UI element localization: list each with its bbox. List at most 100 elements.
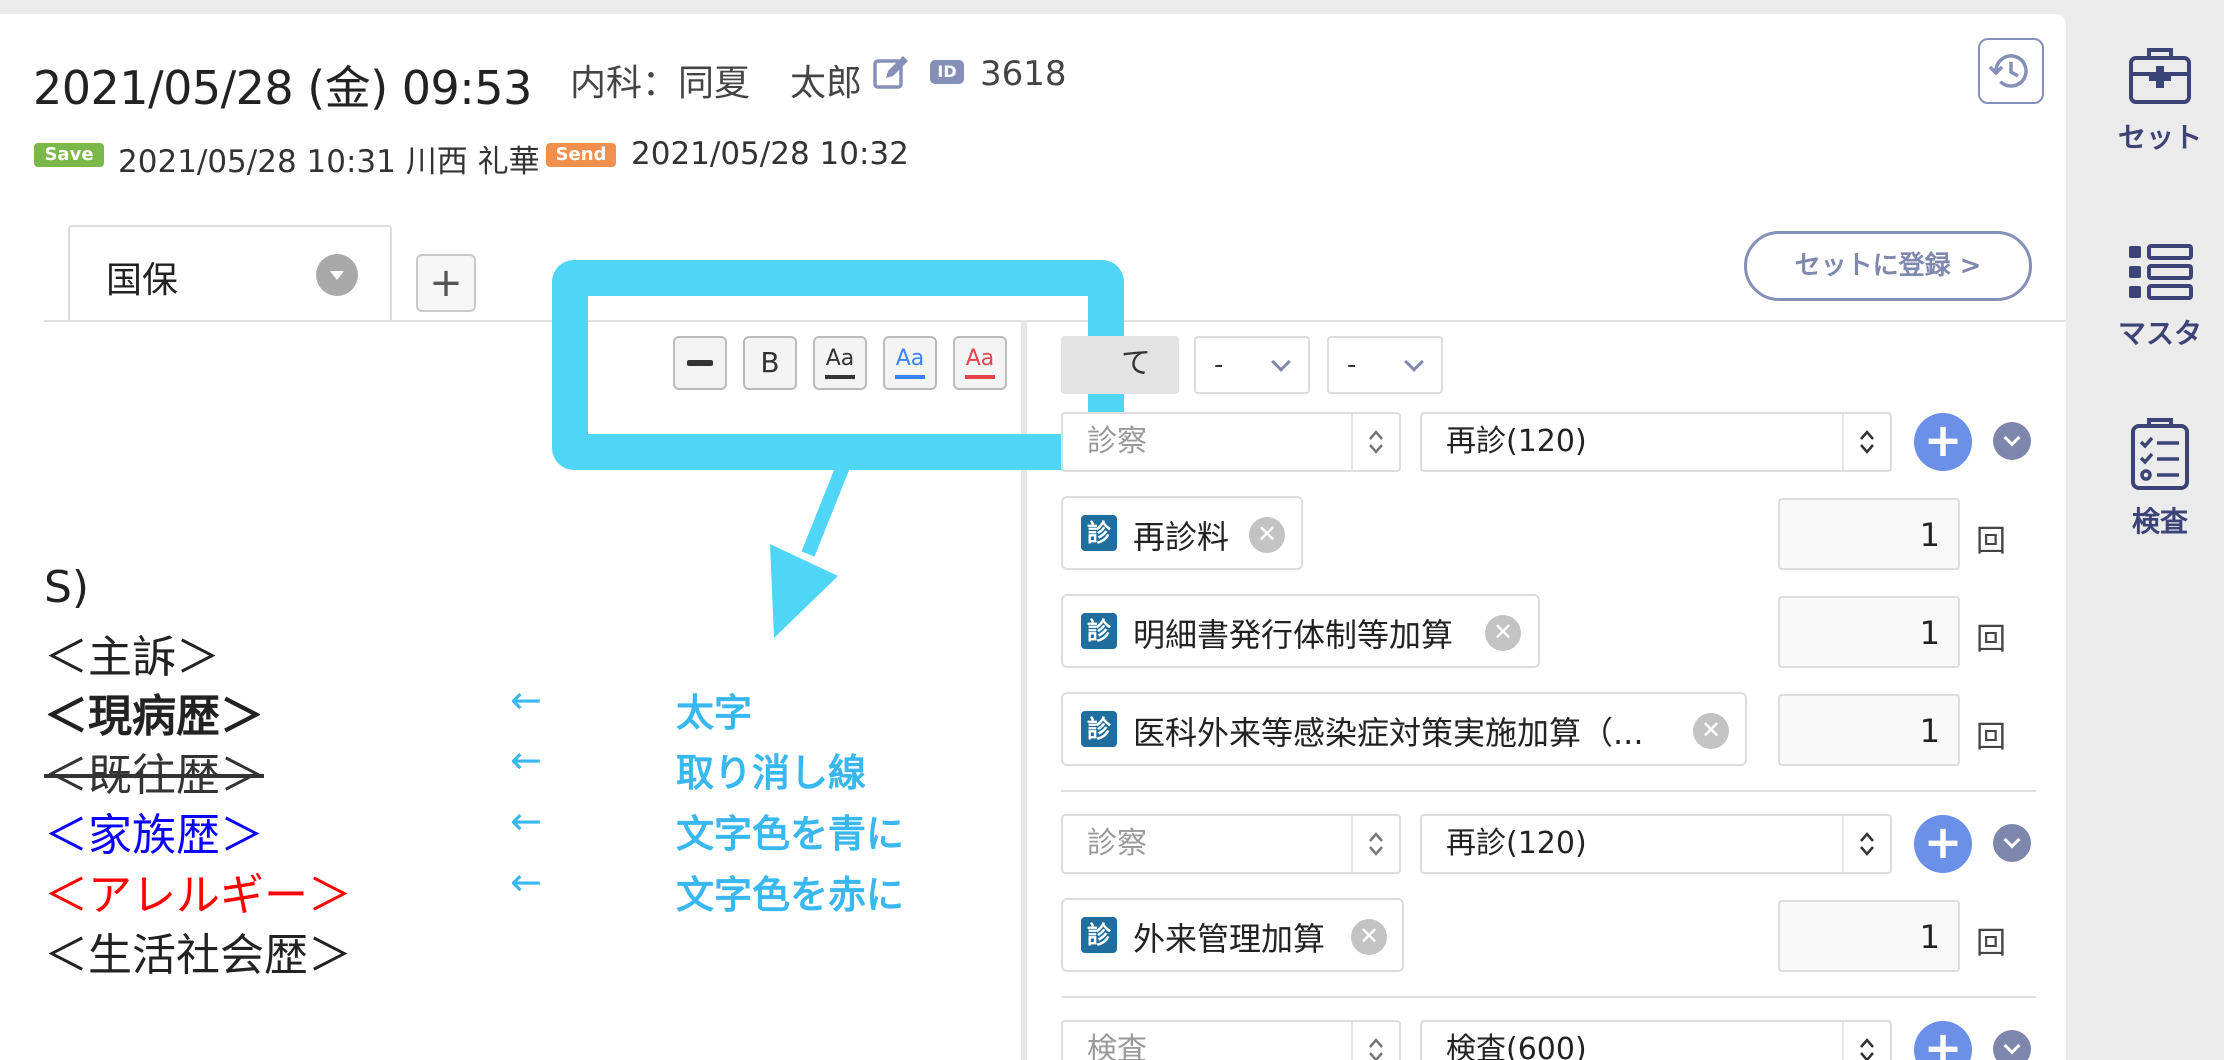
note-line-bold[interactable]: ＜現病歴＞ <box>44 680 264 744</box>
order-item: 診 外来管理加算 ✕ <box>1061 898 1404 972</box>
order-item-name: 再診料 <box>1133 518 1230 556</box>
tab-insurance[interactable]: 国保 <box>68 225 392 321</box>
id-badge: ID <box>930 60 964 84</box>
chevron-down-icon[interactable] <box>316 254 358 296</box>
order-item-name: 医科外来等感染症対策実施加算（... <box>1133 714 1644 752</box>
category-value: 診察 <box>1087 826 1147 861</box>
updown-icon <box>1369 1038 1383 1060</box>
send-info: 2021/05/28 10:32 <box>631 136 909 172</box>
annotation-arrow: ← <box>510 738 542 782</box>
annotation-arrow: ← <box>510 860 542 904</box>
remove-icon[interactable]: ✕ <box>1485 615 1521 651</box>
filter-select-2-value: - <box>1347 350 1357 380</box>
annotation-bold: 太字 <box>676 691 753 735</box>
expand-button[interactable] <box>1993 422 2031 460</box>
annotation-red: 文字色を赤に <box>676 873 905 917</box>
tab-insurance-label: 国保 <box>106 260 179 301</box>
order-select[interactable]: 再診(120) <box>1420 412 1892 472</box>
edit-icon[interactable] <box>872 53 908 93</box>
filter-select-2[interactable]: - <box>1327 336 1443 394</box>
note-line[interactable]: S) <box>44 562 89 613</box>
callout-arrow <box>770 454 855 638</box>
register-set-button[interactable]: セットに登録 > <box>1744 231 2032 301</box>
checklist-icon <box>2131 418 2189 490</box>
order-value: 検査(600) <box>1446 1032 1587 1060</box>
save-badge: Save <box>34 143 104 167</box>
diagnosis-icon: 診 <box>1081 917 1117 953</box>
quantity-input[interactable]: 1 <box>1778 694 1960 766</box>
remove-icon[interactable]: ✕ <box>1351 919 1387 955</box>
divider <box>1061 996 2036 998</box>
unit-label: 回 <box>1976 926 2006 961</box>
note-line-strike[interactable]: ＜既往歴＞ <box>44 739 264 803</box>
remove-icon[interactable]: ✕ <box>1249 517 1285 553</box>
updown-icon <box>1860 430 1874 454</box>
send-badge: Send <box>546 143 616 167</box>
divider <box>1842 1022 1844 1060</box>
annotation-blue: 文字色を青に <box>676 812 905 856</box>
app-canvas: 2021/05/28 (金) 09:53 内科：同夏 太郎 ID 3618 Sa… <box>0 0 2224 1060</box>
order-select[interactable]: 再診(120) <box>1420 814 1892 874</box>
sidebar-item-set-label: セット <box>2117 121 2202 154</box>
sidebar-item-master[interactable]: マスタ <box>2096 240 2224 352</box>
add-order-button[interactable]: + <box>1914 1021 1972 1060</box>
updown-icon <box>1369 430 1383 454</box>
category-select[interactable]: 検査 <box>1061 1020 1401 1060</box>
sidebar-item-exam[interactable]: 検査 <box>2096 418 2224 540</box>
order-value: 再診(120) <box>1446 826 1587 861</box>
order-value: 再診(120) <box>1446 424 1587 459</box>
category-select[interactable]: 診察 <box>1061 412 1401 472</box>
note-line-blue[interactable]: ＜家族歴＞ <box>44 799 264 863</box>
unit-label: 回 <box>1976 720 2006 755</box>
note-line-red[interactable]: ＜アレルギー＞ <box>44 859 352 923</box>
unit-label: 回 <box>1976 524 2006 559</box>
diagnosis-icon: 診 <box>1081 613 1117 649</box>
category-select[interactable]: 診察 <box>1061 814 1401 874</box>
divider <box>1351 414 1353 470</box>
divider <box>1351 1022 1353 1060</box>
remove-icon[interactable]: ✕ <box>1693 713 1729 749</box>
updown-icon <box>1369 832 1383 856</box>
callout-box <box>552 260 1124 470</box>
annotation-strike: 取り消し線 <box>676 751 867 795</box>
filter-select-1[interactable]: - <box>1194 336 1310 394</box>
quantity-input[interactable]: 1 <box>1778 900 1960 972</box>
sidebar-item-master-label: マスタ <box>2117 317 2202 350</box>
order-select[interactable]: 検査(600) <box>1420 1020 1892 1060</box>
diagnosis-icon: 診 <box>1081 711 1117 747</box>
note-line[interactable]: ＜生活社会歴＞ <box>44 919 352 983</box>
patient-name: 太郎 <box>790 63 863 104</box>
expand-button[interactable] <box>1993 1030 2031 1060</box>
annotation-arrow: ← <box>510 799 542 843</box>
add-order-button[interactable]: + <box>1914 413 1972 471</box>
unit-label: 回 <box>1976 622 2006 657</box>
quantity-input[interactable]: 1 <box>1778 596 1960 668</box>
order-item: 診 明細書発行体制等加算 ✕ <box>1061 594 1540 668</box>
diagnosis-icon: 診 <box>1081 515 1117 551</box>
updown-icon <box>1860 1038 1874 1060</box>
history-icon <box>1988 54 2028 88</box>
add-order-button[interactable]: + <box>1914 815 1972 873</box>
filter-all-button[interactable]: て <box>1061 336 1179 394</box>
sidebar-item-exam-label: 検査 <box>2131 505 2188 538</box>
filter-select-1-value: - <box>1214 350 1224 380</box>
main-panel: 2021/05/28 (金) 09:53 内科：同夏 太郎 ID 3618 Sa… <box>0 14 2066 1060</box>
save-info: 2021/05/28 10:31 川西 礼華 <box>118 144 540 180</box>
history-button[interactable] <box>1978 38 2044 104</box>
add-tab-button[interactable]: + <box>416 254 476 312</box>
quantity-input[interactable]: 1 <box>1778 498 1960 570</box>
order-item-name: 明細書発行体制等加算 <box>1133 616 1454 654</box>
divider <box>1061 790 2036 792</box>
annotation-arrow: ← <box>510 678 542 722</box>
divider <box>1351 816 1353 872</box>
sidebar-item-set[interactable]: セット <box>2096 44 2224 156</box>
list-icon <box>2129 244 2193 300</box>
order-item: 診 医科外来等感染症対策実施加算（... ✕ <box>1061 692 1747 766</box>
expand-button[interactable] <box>1993 824 2031 862</box>
divider <box>1842 816 1844 872</box>
chevron-down-icon <box>1271 352 1291 372</box>
divider <box>1842 414 1844 470</box>
order-item-name: 外来管理加算 <box>1133 920 1326 958</box>
note-line[interactable]: ＜主訴＞ <box>44 621 220 685</box>
chevron-down-icon <box>1404 352 1424 372</box>
